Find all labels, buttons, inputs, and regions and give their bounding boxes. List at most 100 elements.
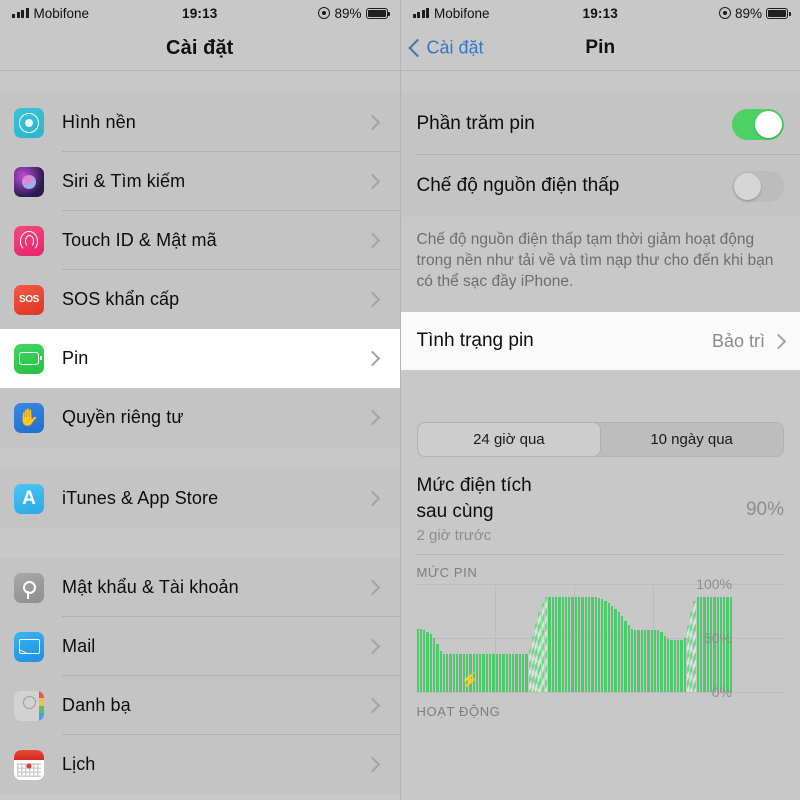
sidebar-item-mail[interactable]: Mail [0, 617, 400, 676]
carrier-label: Mobifone [434, 5, 490, 21]
chart-bar [617, 612, 620, 692]
sidebar-item-battery[interactable]: Pin [0, 329, 400, 388]
row-battery-percentage[interactable]: Phần trăm pin [401, 93, 800, 155]
sidebar-item-contacts[interactable]: Danh bạ [0, 676, 400, 735]
chart-bar [637, 630, 640, 692]
sidebar-item-wallpaper[interactable]: Hình nền [0, 93, 400, 152]
chart-bar [614, 608, 617, 692]
chart-bar [561, 596, 564, 692]
chart-bar [584, 596, 587, 692]
chart-bar [528, 648, 531, 692]
chart-bar [442, 654, 446, 692]
chart-bar [554, 596, 558, 692]
chart-bar [416, 629, 419, 692]
settings-pane: Mobifone 19:13 89% Cài đặt Hình nền Siri… [0, 0, 400, 800]
location-services-icon [718, 7, 731, 19]
chart-bar [568, 596, 571, 692]
chart-bar [551, 596, 554, 692]
sidebar-item-label: Danh bạ [62, 695, 131, 715]
chart-bar [419, 629, 423, 692]
chart-bar [696, 596, 700, 692]
battery-pane: Mobifone 19:13 89% Cài đặt Pin Phần trăm… [399, 0, 800, 800]
battery-icon [365, 7, 390, 19]
status-bar-right: Mobifone 19:13 89% [401, 0, 800, 26]
chart-bar [594, 596, 597, 692]
siri-icon [14, 166, 44, 197]
chart-bar [449, 654, 452, 692]
chart-bar [541, 603, 545, 692]
chart-bar [479, 654, 482, 692]
row-label: Chế độ nguồn điện thấp [416, 175, 620, 196]
back-button[interactable]: Cài đặt [407, 38, 484, 59]
chart-bar [597, 598, 601, 692]
chart-bar [446, 654, 449, 692]
chart-bar [607, 603, 611, 692]
battery-icon [766, 7, 791, 19]
chart-bar [693, 601, 696, 692]
segment-last-24-hours[interactable]: 24 giờ qua [417, 423, 601, 456]
sidebar-item-label: Mail [62, 636, 96, 656]
sidebar-item-passwords-accounts[interactable]: Mật khẩu & Tài khoản [0, 558, 400, 617]
axis-label-50: 50% [703, 630, 732, 646]
chevron-right-icon [364, 291, 380, 308]
chart-bar [578, 596, 581, 692]
sidebar-item-label: Mật khẩu & Tài khoản [62, 577, 239, 597]
chart-bar [515, 654, 518, 692]
chart-bar [624, 620, 627, 692]
chart-bar [535, 622, 538, 692]
sidebar-item-touch-id[interactable]: Touch ID & Mật mã [0, 211, 400, 270]
sos-icon: SOS [14, 284, 44, 315]
sidebar-item-sos[interactable]: SOS SOS khẩn cấp [0, 270, 400, 329]
sidebar-item-label: Siri & Tìm kiếm [62, 171, 186, 191]
signal-bars-icon [412, 8, 429, 18]
segment-last-10-days[interactable]: 10 ngày qua [600, 423, 783, 456]
dual-screenshot: Mobifone 19:13 89% Cài đặt Hình nền Siri… [0, 0, 800, 800]
battery-navbar: Cài đặt Pin [401, 26, 800, 70]
settings-group-1: Hình nền Siri & Tìm kiếm Touch ID & Mật … [0, 93, 400, 447]
chevron-right-icon [364, 173, 380, 190]
privacy-hand-icon: ✋ [14, 402, 44, 433]
settings-navbar: Cài đặt [0, 26, 400, 70]
chart-bar [522, 654, 525, 692]
last-level-title-line2: sau cùng [416, 501, 494, 522]
chart-bar [495, 654, 498, 692]
chart-bar [423, 630, 426, 692]
chart-bar [683, 638, 686, 692]
chevron-right-icon [364, 579, 380, 596]
settings-group-3: Mật khẩu & Tài khoản Mail Danh bạ Lịch [0, 558, 400, 794]
sidebar-item-label: iTunes & App Store [62, 488, 219, 508]
battery-percentage-toggle[interactable] [732, 108, 784, 140]
chart-bar [670, 640, 673, 692]
chart-bar [587, 596, 591, 692]
list-top-gap [0, 71, 400, 93]
row-low-power-mode[interactable]: Chế độ nguồn điện thấp [401, 155, 800, 217]
row-battery-health[interactable]: Tình trạng pin Bảo trì [401, 312, 800, 370]
sidebar-item-privacy[interactable]: ✋ Quyền riêng tư [0, 388, 400, 447]
app-store-icon: A [14, 483, 44, 514]
sidebar-item-label: Quyền riêng tư [62, 407, 184, 427]
sidebar-item-siri-search[interactable]: Siri & Tìm kiếm [0, 152, 400, 211]
chart-bar [482, 654, 485, 692]
chart-bar [574, 596, 578, 692]
last-charge-level-block: Mức điện tích sau cùng 2 giờ trước 90% [401, 467, 800, 544]
chevron-right-icon [364, 409, 380, 426]
row-label: Phần trăm pin [416, 113, 535, 134]
axis-label-0: 0% [711, 684, 732, 700]
chart-bar [492, 654, 495, 692]
chart-bar [673, 640, 676, 692]
last-level-timestamp: 2 giờ trước [416, 527, 492, 544]
chart-bar [432, 638, 436, 692]
sidebar-item-itunes-app-store[interactable]: A iTunes & App Store [0, 469, 400, 528]
chart-bar [663, 635, 667, 692]
usage-range-segmented-control[interactable]: 24 giờ qua 10 ngày qua [401, 406, 800, 467]
sidebar-item-label: SOS khẩn cấp [62, 289, 180, 309]
chevron-right-icon [364, 114, 380, 131]
low-power-mode-toggle[interactable] [732, 170, 784, 202]
key-icon [14, 572, 44, 603]
list-gap-1 [0, 447, 400, 469]
chart-bar [525, 654, 528, 692]
sidebar-item-label: Hình nền [62, 112, 136, 132]
section-gap-top [400, 71, 800, 93]
sidebar-item-calendar[interactable]: Lịch [0, 735, 400, 794]
chevron-left-icon [407, 38, 427, 58]
